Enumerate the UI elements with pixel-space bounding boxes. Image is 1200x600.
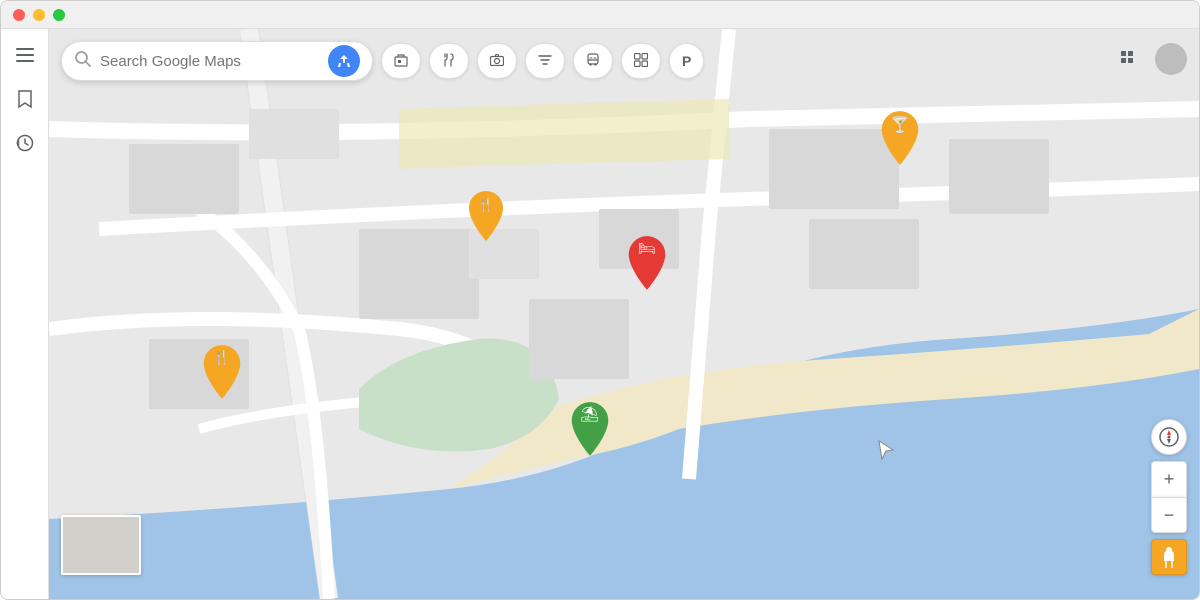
grid-icon[interactable] <box>1111 41 1147 77</box>
zoom-controls: + − <box>1151 461 1187 533</box>
pin-restaurant1[interactable]: 🍴 <box>464 189 508 243</box>
map-controls: + − <box>1151 419 1187 575</box>
sidebar-saved-icon[interactable] <box>11 85 39 113</box>
zoom-out-button[interactable]: − <box>1151 497 1187 533</box>
chip-hotels[interactable] <box>381 43 421 79</box>
pin-beach1[interactable]: ⛱ <box>566 400 614 458</box>
filter-chips: P <box>381 43 704 79</box>
fork-knife-icon <box>442 53 456 70</box>
titlebar <box>1 1 1199 29</box>
pegman-button[interactable] <box>1151 539 1187 575</box>
chip-photos[interactable] <box>477 43 517 79</box>
directions-button[interactable] <box>328 45 360 77</box>
app-window: P <box>0 0 1200 600</box>
search-box[interactable] <box>61 41 373 81</box>
minimize-button[interactable] <box>33 9 45 21</box>
main-content: P <box>49 29 1199 599</box>
transit-icon <box>586 53 600 70</box>
more-icon <box>634 53 648 70</box>
mini-map[interactable] <box>61 515 141 575</box>
pin-hotel1[interactable]: 🛏 <box>623 234 671 292</box>
app-body: P <box>1 29 1199 599</box>
top-right-controls <box>1111 41 1187 77</box>
sidebar-history-icon[interactable] <box>11 129 39 157</box>
sidebar-menu-icon[interactable] <box>11 41 39 69</box>
chip-more[interactable] <box>621 43 661 79</box>
camera-icon <box>490 54 504 69</box>
compass-button[interactable] <box>1151 419 1187 455</box>
map-view[interactable]: 🍴 🍸 🛏 <box>49 29 1199 599</box>
chip-transit[interactable] <box>573 43 613 79</box>
zoom-out-icon: − <box>1164 505 1175 526</box>
hotels-icon <box>394 53 408 70</box>
sidebar <box>1 29 49 599</box>
parking-icon: P <box>682 53 691 69</box>
zoom-in-icon: + <box>1164 469 1175 490</box>
map-svg <box>49 29 1199 599</box>
filter-icon <box>538 54 552 69</box>
zoom-in-button[interactable]: + <box>1151 461 1187 497</box>
chip-restaurants[interactable] <box>429 43 469 79</box>
search-icon <box>74 50 92 73</box>
user-avatar[interactable] <box>1155 43 1187 75</box>
search-input[interactable] <box>100 53 320 70</box>
searchbar-row: P <box>61 41 1187 81</box>
pin-bar1[interactable]: 🍸 <box>876 109 924 167</box>
maximize-button[interactable] <box>53 9 65 21</box>
close-button[interactable] <box>13 9 25 21</box>
chip-parking[interactable]: P <box>669 43 704 79</box>
pin-restaurant2[interactable]: 🍴 <box>198 343 246 401</box>
chip-filter[interactable] <box>525 43 565 79</box>
